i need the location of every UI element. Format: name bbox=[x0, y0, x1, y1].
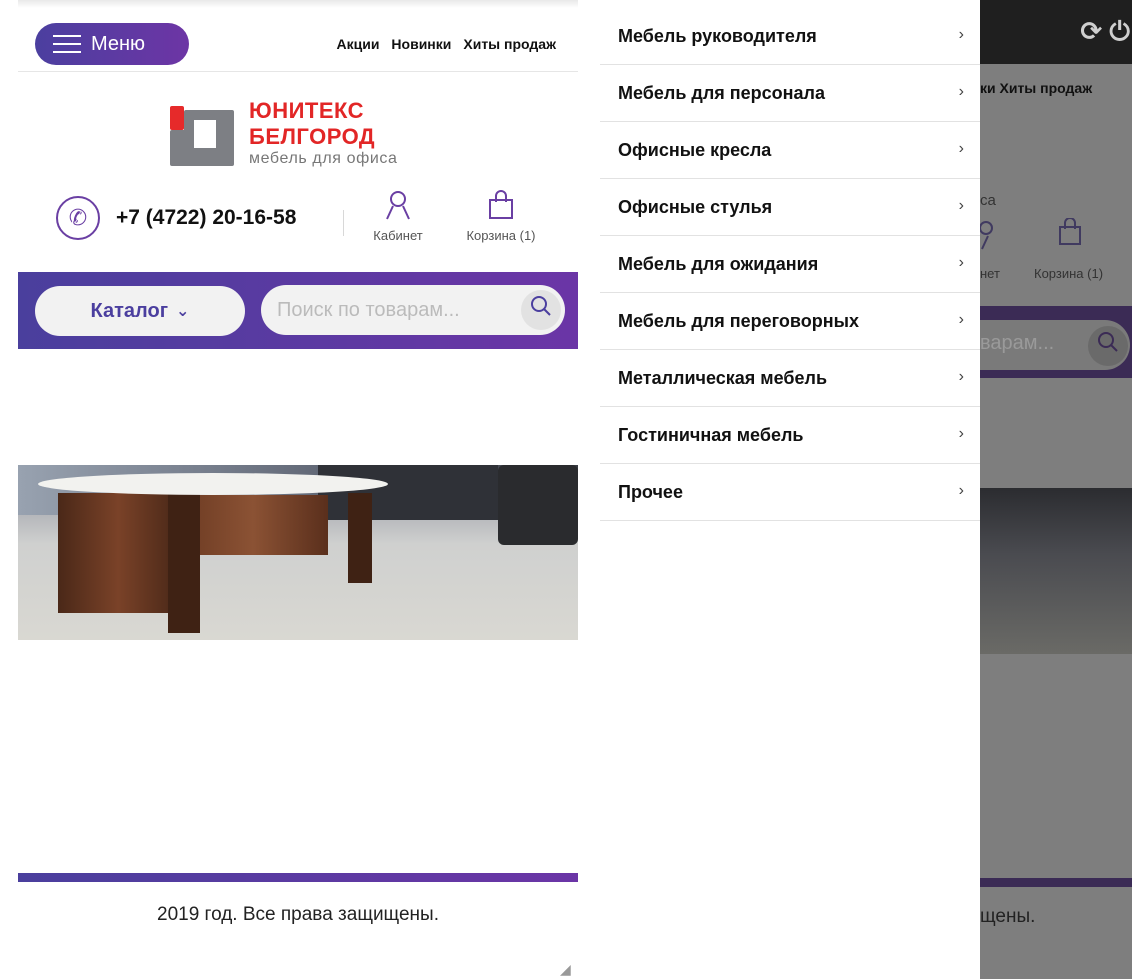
chevron-right-icon: › bbox=[958, 368, 964, 385]
shopping-bag-icon bbox=[1058, 217, 1082, 253]
header-shadow bbox=[18, 0, 578, 8]
dimmed-cabinet-label: нет bbox=[980, 266, 1000, 281]
dropdown-item-label: Гостиничная мебель bbox=[618, 424, 804, 445]
browser-toolbar: ⟳ ⏻ bbox=[980, 0, 1132, 64]
chevron-right-icon: › bbox=[958, 83, 964, 100]
dimmed-catalog-bar: варам... bbox=[980, 306, 1132, 378]
logo-name-line2: БЕЛГОРОД bbox=[249, 124, 376, 149]
catalog-button-label: Каталог bbox=[90, 299, 169, 322]
dropdown-item[interactable]: Офисные кресла › bbox=[600, 122, 980, 179]
dropdown-item-label: Металлическая мебель bbox=[618, 367, 828, 388]
cart-label: Корзина (1) bbox=[466, 228, 536, 243]
dropdown-item-label: Офисные кресла bbox=[618, 139, 772, 160]
dropdown-item[interactable]: Мебель для переговорных › bbox=[600, 293, 980, 350]
dropdown-item[interactable]: Офисные стулья › bbox=[600, 179, 980, 236]
chevron-right-icon: › bbox=[958, 140, 964, 157]
search-icon bbox=[1088, 326, 1128, 366]
cart-link[interactable]: Корзина (1) bbox=[451, 190, 551, 243]
logo-name-line1: ЮНИТЕКС bbox=[249, 98, 365, 123]
dropdown-item[interactable]: Металлическая мебель › bbox=[600, 350, 980, 407]
main-page: Меню Акции Новинки Хиты продаж ЮНИТЕКС Б… bbox=[18, 0, 578, 979]
dimmed-top-links: ки Хиты продаж bbox=[980, 80, 1093, 96]
dropdown-item[interactable]: Прочее › bbox=[600, 464, 980, 521]
top-links: Акции Новинки Хиты продаж bbox=[336, 36, 556, 52]
dropdown-item-label: Мебель для ожидания bbox=[618, 253, 819, 274]
user-icon bbox=[368, 190, 428, 228]
user-icon bbox=[980, 220, 1000, 257]
chevron-right-icon: › bbox=[958, 197, 964, 214]
divider bbox=[343, 210, 344, 236]
dropdown-item-label: Мебель для персонала bbox=[618, 82, 825, 103]
dimmed-copyright: щены. bbox=[980, 906, 1036, 927]
resize-grip-icon[interactable]: ◢ bbox=[560, 961, 574, 977]
link-promotions[interactable]: Акции bbox=[336, 36, 379, 52]
dropdown-item-label: Мебель руководителя bbox=[618, 25, 817, 46]
refresh-icon[interactable]: ⟳ bbox=[1080, 16, 1102, 46]
dimmed-search-placeholder: варам... bbox=[980, 332, 1055, 354]
dropdown-item-label: Прочее bbox=[618, 481, 683, 502]
background-page-overlay[interactable]: ⟳ ⏻ ки Хиты продаж са нет Корзина (1) ва… bbox=[980, 0, 1132, 979]
dropdown-item[interactable]: Мебель руководителя › bbox=[600, 8, 980, 65]
search-input[interactable] bbox=[277, 285, 507, 335]
logo-icon bbox=[170, 106, 234, 166]
logo-tagline: мебель для офиса bbox=[249, 150, 398, 167]
toolbar-icons: ⟳ ⏻ bbox=[1080, 16, 1130, 48]
chevron-right-icon: › bbox=[958, 425, 964, 442]
hamburger-icon bbox=[53, 35, 81, 53]
catalog-bar: Каталог ⌄ bbox=[18, 272, 578, 349]
dropdown-item[interactable]: Мебель для ожидания › bbox=[600, 236, 980, 293]
dimmed-tagline: са bbox=[980, 192, 996, 209]
dropdown-item-label: Мебель для переговорных bbox=[618, 310, 859, 331]
hero-banner-image[interactable] bbox=[18, 465, 578, 640]
dropdown-item[interactable]: Гостиничная мебель › bbox=[600, 407, 980, 464]
search-icon[interactable] bbox=[521, 290, 561, 330]
link-bestsellers[interactable]: Хиты продаж bbox=[463, 36, 556, 52]
dimmed-banner-image bbox=[980, 488, 1132, 654]
site-logo[interactable]: ЮНИТЕКС БЕЛГОРОД мебель для офиса bbox=[170, 98, 440, 178]
chevron-right-icon: › bbox=[958, 254, 964, 271]
contacts-row: ✆ +7 (4722) 20-16-58 Кабинет Корзина (1) bbox=[18, 190, 578, 260]
dropdown-item[interactable]: Мебель для персонала › bbox=[600, 65, 980, 122]
phone-icon: ✆ bbox=[56, 196, 100, 240]
phone-number[interactable]: +7 (4722) 20-16-58 bbox=[116, 206, 296, 230]
chevron-down-icon: ⌄ bbox=[176, 303, 190, 320]
dropdown-item-label: Офисные стулья bbox=[618, 196, 773, 217]
chevron-right-icon: › bbox=[958, 26, 964, 43]
cabinet-label: Кабинет bbox=[373, 228, 423, 243]
top-header: Меню Акции Новинки Хиты продаж bbox=[18, 0, 578, 72]
catalog-button[interactable]: Каталог ⌄ bbox=[35, 286, 245, 336]
footer-divider bbox=[18, 873, 578, 882]
menu-button[interactable]: Меню bbox=[35, 23, 189, 65]
search-box bbox=[261, 285, 565, 335]
cabinet-link[interactable]: Кабинет bbox=[368, 190, 428, 243]
dimmed-footer-divider bbox=[980, 878, 1132, 887]
shopping-bag-icon bbox=[451, 190, 551, 228]
dimmed-cart-label: Корзина (1) bbox=[1034, 266, 1104, 281]
link-new[interactable]: Новинки bbox=[391, 36, 451, 52]
copyright-text: 2019 год. Все права защищены. bbox=[157, 904, 439, 925]
catalog-dropdown: Мебель руководителя › Мебель для персона… bbox=[600, 8, 980, 979]
chevron-right-icon: › bbox=[958, 311, 964, 328]
power-icon[interactable]: ⏻ bbox=[1109, 16, 1130, 46]
menu-button-label: Меню bbox=[91, 32, 146, 55]
chevron-right-icon: › bbox=[958, 482, 964, 499]
